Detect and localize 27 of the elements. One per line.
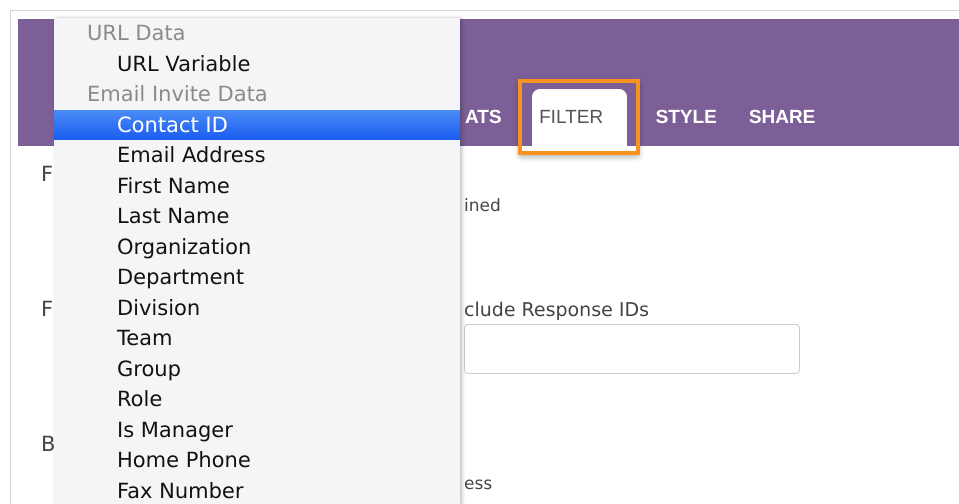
tab[interactable]: ATS <box>465 89 518 146</box>
checkbox-label: ined <box>464 196 501 216</box>
menu-item[interactable]: Last Name <box>54 201 460 232</box>
tab[interactable]: FILTER <box>532 89 627 146</box>
menu-group-header: Email Invite Data <box>86 81 269 108</box>
menu-item[interactable]: URL Variable <box>54 48 460 79</box>
menu-item[interactable]: Department <box>54 262 460 292</box>
section-heading: B <box>41 432 56 456</box>
menu-group-header: URL Data <box>86 20 186 47</box>
section-heading: F <box>41 162 54 186</box>
menu-item[interactable]: Organization <box>54 232 460 262</box>
menu-item[interactable]: Is Manager <box>54 414 460 445</box>
menu-item[interactable]: Group <box>54 354 460 384</box>
field-label: clude Response IDs <box>464 299 649 321</box>
menu-item[interactable]: First Name <box>54 170 460 201</box>
menu-item[interactable]: Team <box>54 323 460 354</box>
menu-item[interactable]: Division <box>54 292 460 323</box>
menu-item[interactable]: Contact ID <box>54 110 460 140</box>
tab[interactable]: STYLE <box>640 89 733 146</box>
checkbox-label: ess <box>464 474 492 494</box>
menu-item[interactable]: Fax Number <box>54 476 460 504</box>
menu-item[interactable]: Role <box>54 384 460 414</box>
field-label: F <box>41 297 54 321</box>
input-field[interactable] <box>464 324 800 374</box>
menu-item[interactable]: Home Phone <box>54 445 460 476</box>
tab[interactable]: SHARE <box>732 89 832 146</box>
menu-item[interactable]: Email Address <box>54 140 460 170</box>
